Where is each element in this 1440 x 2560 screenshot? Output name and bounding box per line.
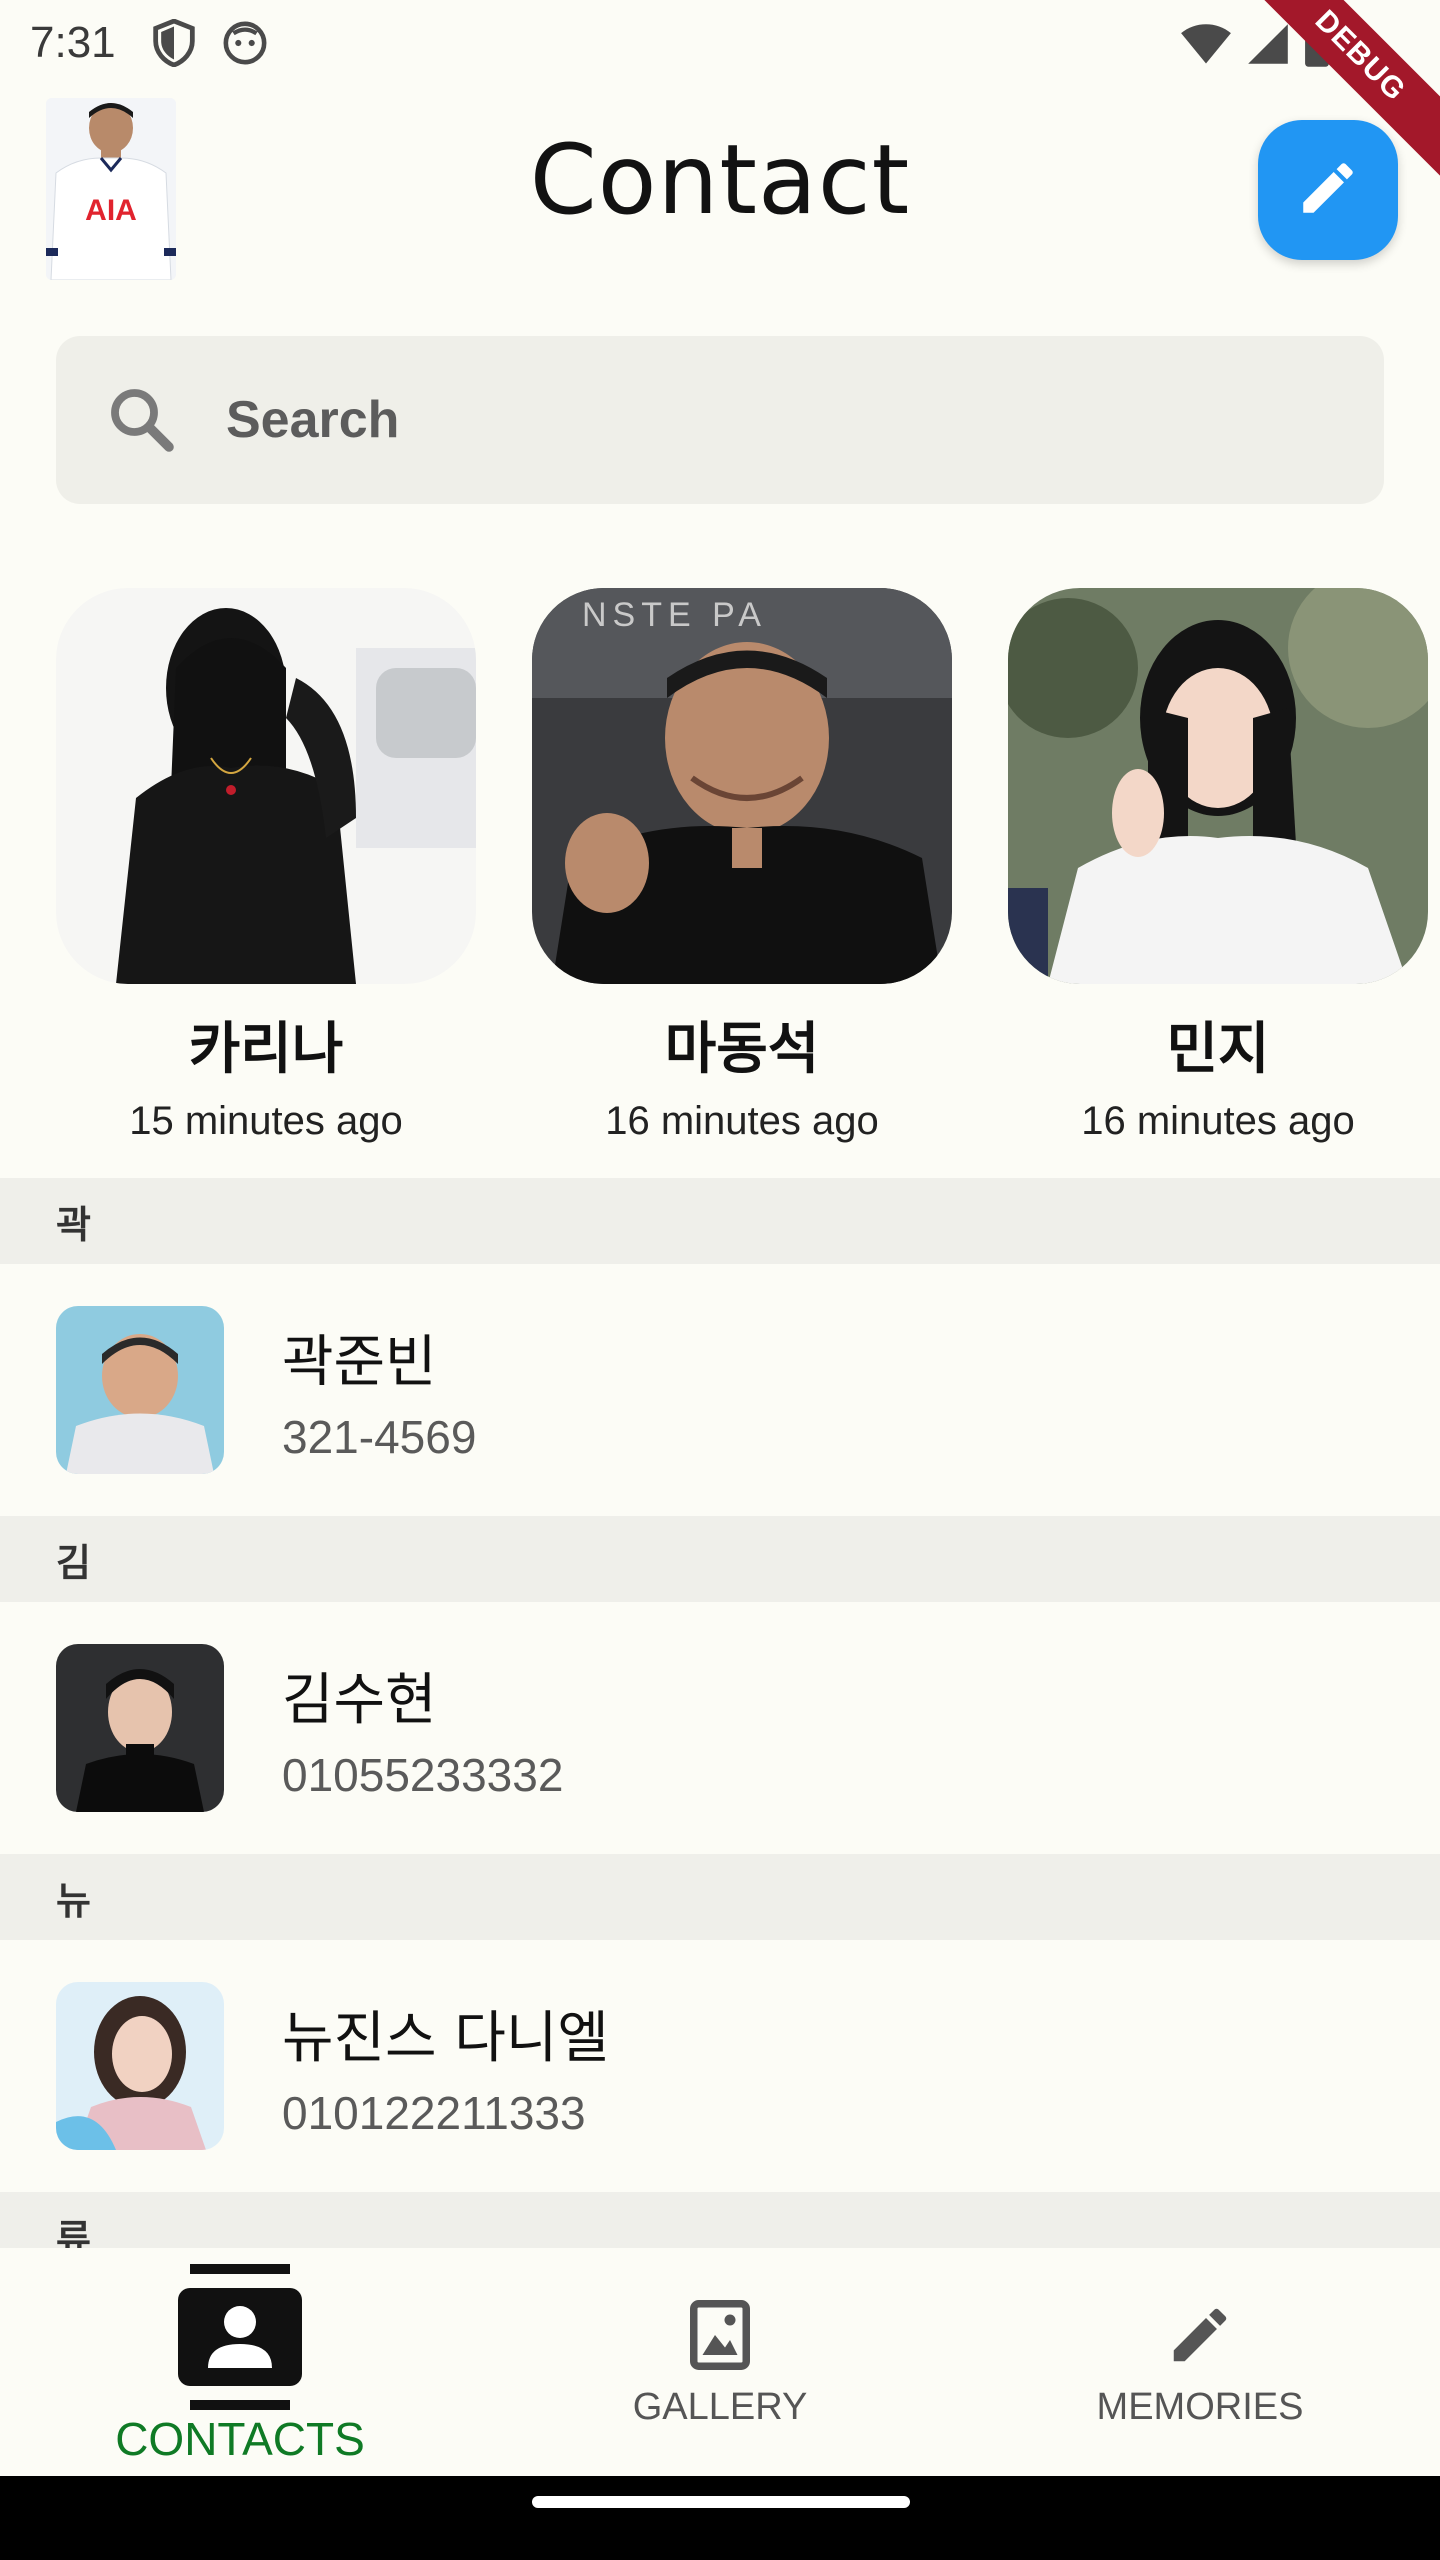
nav-memories[interactable]: MEMORIES	[960, 2248, 1440, 2476]
contact-info: 뉴진스 다니엘 010122211333	[282, 1993, 609, 2140]
contact-phone: 010122211333	[282, 2086, 586, 2139]
contact-row[interactable]: 뉴진스 다니엘 010122211333	[0, 1940, 1440, 2192]
search-icon	[106, 384, 178, 456]
favorite-name: 카리나	[188, 1017, 344, 1082]
contact-info: 곽준빈 321-4569	[282, 1317, 476, 1464]
contact-name: 뉴진스 다니엘	[282, 2005, 609, 2071]
favorite-card[interactable]: NSTE PA 마동석 16 minutes ago	[532, 588, 952, 1148]
favorites-row: 카리나 15 minutes ago NSTE PA 마동석 16 minute…	[56, 588, 1440, 1148]
contact-info: 김수현 01055233332	[282, 1655, 563, 1802]
contacts-icon	[178, 2264, 302, 2410]
svg-text:NSTE PA: NSTE PA	[582, 596, 767, 634]
favorite-card[interactable]: 민지 16 minutes ago	[1008, 588, 1428, 1148]
contact-phone: 01055233332	[282, 1748, 564, 1801]
favorite-photo: NSTE PA	[532, 588, 952, 984]
section-header: 류	[0, 2192, 1440, 2248]
contact-row[interactable]: 곽준빈 321-4569	[0, 1264, 1440, 1516]
nav-label: CONTACTS	[115, 2413, 365, 2465]
section-header: 뉴	[0, 1854, 1440, 1940]
favorite-name: 마동석	[664, 1017, 820, 1082]
favorite-card[interactable]: 카리나 15 minutes ago	[56, 588, 476, 1148]
status-bar: 7:31	[0, 0, 1440, 86]
nav-label: MEMORIES	[1096, 2386, 1304, 2428]
header: AIA Contact	[0, 86, 1440, 306]
home-gesture-handle[interactable]	[532, 2496, 910, 2508]
contact-avatar	[56, 1306, 224, 1474]
search-input[interactable]	[226, 390, 1226, 450]
favorite-time: 16 minutes ago	[605, 1099, 879, 1143]
favorite-name: 민지	[1166, 1017, 1270, 1082]
bottom-navigation: CONTACTS GALLERY MEMORIES	[0, 2248, 1440, 2476]
edit-button[interactable]	[1258, 120, 1398, 260]
shield-icon	[152, 19, 196, 67]
page-title: Contact	[529, 124, 911, 236]
pencil-icon	[1165, 2300, 1235, 2370]
signal-icon	[1246, 22, 1290, 70]
contact-phone: 321-4569	[282, 1410, 477, 1463]
contact-name: 김수현	[282, 1667, 437, 1733]
nav-label: GALLERY	[632, 2386, 808, 2428]
nav-contacts[interactable]: CONTACTS	[0, 2248, 480, 2476]
contact-name: 곽준빈	[282, 1329, 437, 1395]
contact-avatar	[56, 1982, 224, 2150]
favorite-photo	[1008, 588, 1428, 984]
contact-avatar	[56, 1644, 224, 1812]
contact-list[interactable]: 곽 곽준빈 321-4569 김 김수현 01055233332 뉴 뉴진스 다…	[0, 1178, 1440, 2248]
nav-gallery[interactable]: GALLERY	[480, 2248, 960, 2476]
favorite-photo	[56, 588, 476, 984]
status-time: 7:31	[30, 18, 116, 67]
section-header: 곽	[0, 1178, 1440, 1264]
gallery-icon	[690, 2300, 750, 2370]
favorite-time: 16 minutes ago	[1081, 1099, 1355, 1143]
pencil-icon	[1295, 155, 1361, 225]
wifi-icon	[1180, 22, 1232, 70]
favorite-time: 15 minutes ago	[129, 1099, 403, 1143]
system-navigation-bar	[0, 2476, 1440, 2560]
search-bar[interactable]	[56, 336, 1384, 504]
android-face-icon	[222, 20, 268, 66]
section-header: 김	[0, 1516, 1440, 1602]
contact-row[interactable]: 김수현 01055233332	[0, 1602, 1440, 1854]
